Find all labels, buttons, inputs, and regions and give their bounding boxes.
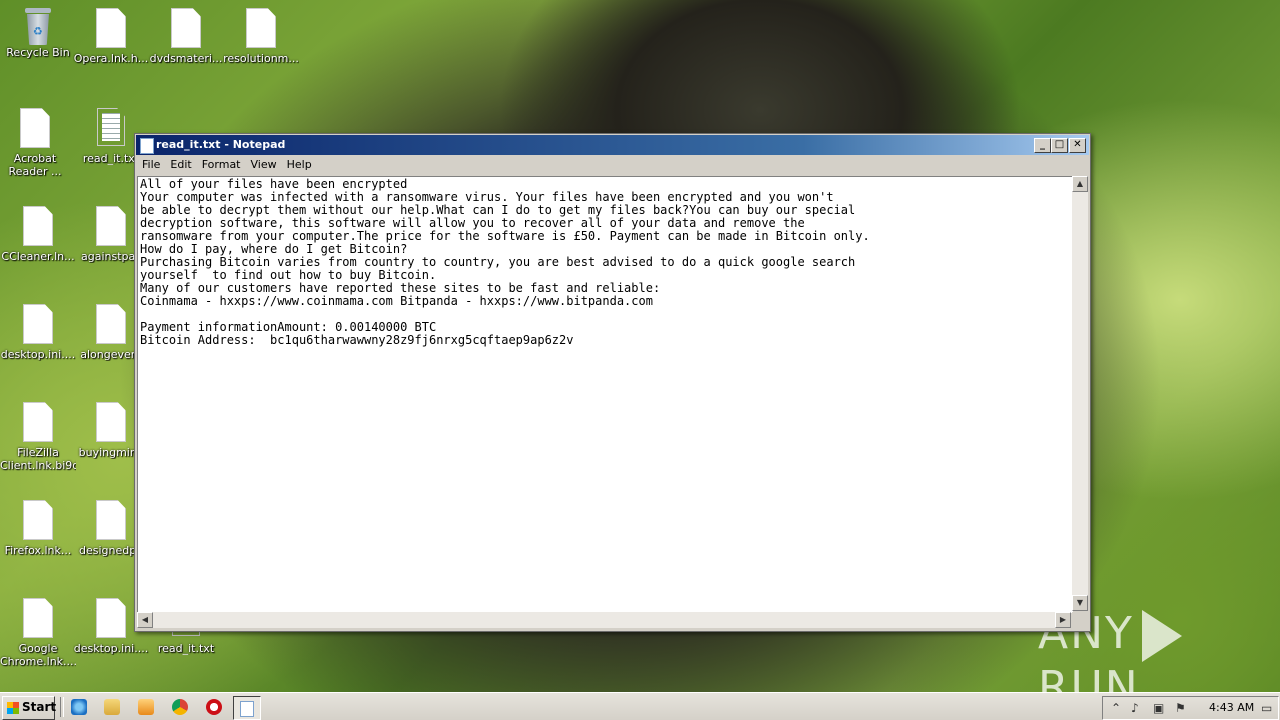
desktop-icon-dvdsmateri[interactable]: dvdsmateri...	[148, 8, 224, 65]
taskbar-separator	[60, 697, 64, 717]
watermark-right-text: RUN	[1038, 662, 1140, 692]
menu-file[interactable]: File	[136, 156, 164, 171]
desktop-icon-label: FileZilla Client.lnk.bi9d	[0, 446, 76, 472]
vertical-scrollbar[interactable]: ▲ ▼	[1072, 176, 1088, 611]
notepad-icon	[140, 138, 154, 154]
show-desktop-icon[interactable]: ▭	[1261, 701, 1272, 715]
desktop-icon-label: Recycle Bin	[6, 46, 70, 59]
desktop-icon-label: read_it.txt	[157, 642, 215, 655]
system-tray: ⌃ ♪ ▣ ⚑ 4:43 AM ▭	[1102, 696, 1279, 720]
network-icon[interactable]: ▣	[1153, 701, 1164, 715]
file-icon	[23, 304, 53, 344]
menu-view[interactable]: View	[245, 156, 281, 171]
window-titlebar[interactable]: read_it.txt - Notepad _ □ ✕	[136, 135, 1089, 155]
start-button[interactable]: Start	[2, 696, 57, 720]
desktop-icon-filezilla[interactable]: FileZilla Client.lnk.bi9d	[0, 402, 76, 472]
file-icon	[23, 598, 53, 638]
minimize-button[interactable]: _	[1034, 138, 1051, 153]
chrome-icon[interactable]	[172, 699, 188, 715]
file-icon	[20, 108, 50, 148]
desktop-icon-resolutionm[interactable]: resolutionm...	[223, 8, 299, 65]
desktop-icon-firefox[interactable]: Firefox.lnk...	[0, 500, 76, 557]
window-title: read_it.txt - Notepad	[156, 138, 286, 151]
action-center-flag-icon[interactable]: ⚑	[1175, 701, 1186, 715]
file-icon	[96, 206, 126, 246]
file-icon	[171, 8, 201, 48]
opera-icon[interactable]	[206, 699, 222, 715]
media-player-icon[interactable]	[138, 699, 154, 715]
desktop-icon-acrobat[interactable]: Acrobat Reader ...	[0, 108, 70, 178]
notepad-icon	[240, 701, 254, 717]
document-text[interactable]: All of your files have been encrypted Yo…	[138, 177, 1072, 348]
recycle-bin-icon: ♻	[23, 8, 53, 46]
internet-explorer-icon[interactable]	[71, 699, 87, 715]
file-icon	[246, 8, 276, 48]
menu-bar: File Edit Format View Help	[136, 156, 1089, 174]
menu-edit[interactable]: Edit	[164, 156, 195, 171]
maximize-button[interactable]: □	[1051, 138, 1068, 153]
menu-help[interactable]: Help	[281, 156, 316, 171]
scroll-down-button[interactable]: ▼	[1072, 595, 1088, 611]
desktop-icon-label: Acrobat Reader ...	[8, 152, 62, 178]
desktop-icon-label: desktop.ini....	[0, 348, 76, 361]
text-editor[interactable]: All of your files have been encrypted Yo…	[137, 176, 1073, 613]
show-hidden-icons-icon[interactable]: ⌃	[1111, 701, 1121, 715]
desktop-icon-label: resolutionm...	[223, 52, 299, 65]
desktop-icon-label: Opera.lnk.h...	[73, 52, 149, 65]
horizontal-scrollbar[interactable]: ◀ ▶	[137, 612, 1071, 628]
volume-icon[interactable]: ♪	[1131, 701, 1139, 715]
file-icon	[23, 500, 53, 540]
windows-logo-icon	[7, 702, 19, 714]
file-icon	[96, 304, 126, 344]
file-icon	[23, 206, 53, 246]
scroll-left-button[interactable]: ◀	[137, 612, 153, 628]
desktop-icon-label: CCleaner.ln...	[1, 250, 75, 263]
desktop-icon-label: dvdsmateri...	[149, 52, 223, 65]
file-icon	[96, 500, 126, 540]
close-button[interactable]: ✕	[1069, 138, 1086, 153]
file-icon	[96, 402, 126, 442]
clock[interactable]: 4:43 AM	[1209, 701, 1254, 714]
desktop-icon-desktop-ini[interactable]: desktop.ini....	[0, 304, 76, 361]
scroll-up-button[interactable]: ▲	[1072, 176, 1088, 192]
desktop-icon-label: Google Chrome.lnk....	[0, 642, 76, 668]
desktop-icon-recycle-bin[interactable]: ♻ Recycle Bin	[0, 8, 76, 59]
text-file-icon	[96, 108, 126, 148]
scroll-right-button[interactable]: ▶	[1055, 612, 1071, 628]
menu-format[interactable]: Format	[196, 156, 245, 171]
file-icon	[23, 402, 53, 442]
play-icon	[1141, 610, 1182, 662]
desktop-icon-label: Firefox.lnk...	[4, 544, 72, 557]
start-label: Start	[22, 700, 57, 714]
file-icon	[96, 8, 126, 48]
resize-grip[interactable]	[1072, 612, 1088, 628]
taskbar: Start ⌃ ♪ ▣ ⚑ 4:43 AM ▭	[0, 692, 1280, 720]
desktop-icon-ccleaner[interactable]: CCleaner.ln...	[0, 206, 76, 263]
desktop-icon-label: desktop.ini....	[73, 642, 149, 655]
notepad-window[interactable]: read_it.txt - Notepad _ □ ✕ File Edit Form…	[134, 133, 1091, 632]
taskbar-notepad-button[interactable]	[233, 696, 261, 720]
desktop-icon-opera[interactable]: Opera.lnk.h...	[73, 8, 149, 65]
file-explorer-icon[interactable]	[104, 699, 120, 715]
desktop-icon-chrome[interactable]: Google Chrome.lnk....	[0, 598, 76, 668]
file-icon	[96, 598, 126, 638]
